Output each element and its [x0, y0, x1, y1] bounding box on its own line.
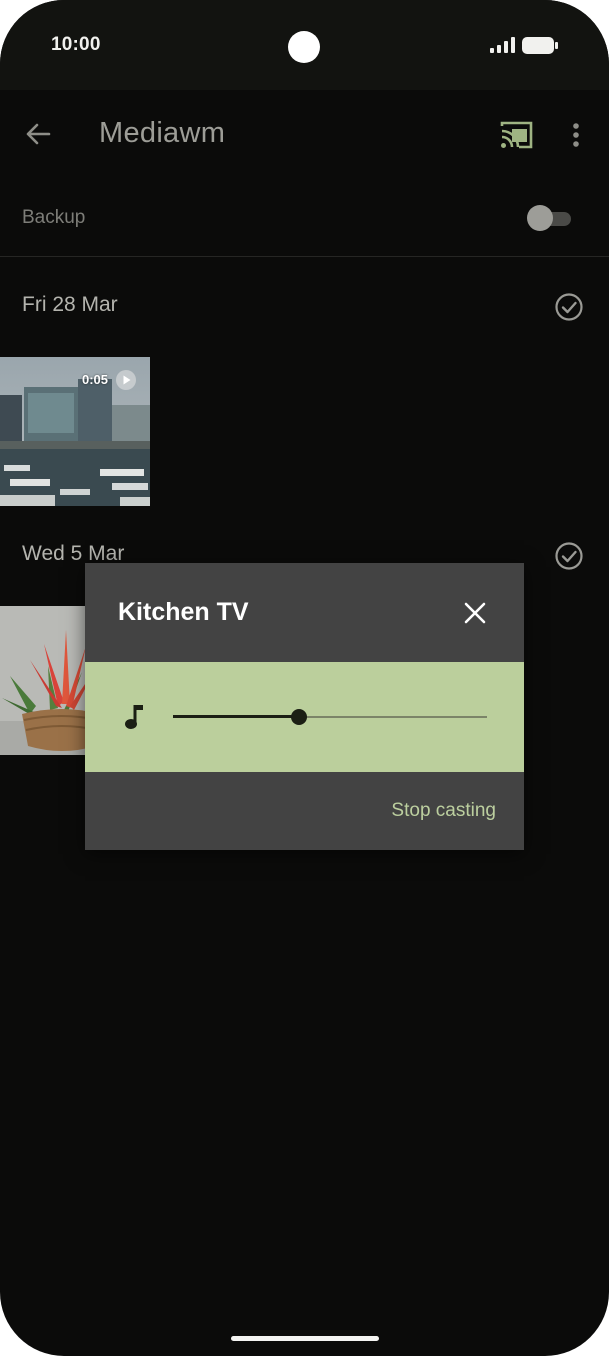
toggle-thumb [527, 205, 553, 231]
app-title: Mediawm [99, 117, 226, 149]
backup-toggle[interactable] [527, 205, 573, 231]
check-circle-icon[interactable] [554, 541, 584, 571]
camera-cutout [288, 31, 320, 63]
status-time: 10:00 [51, 34, 101, 55]
volume-slider[interactable] [173, 700, 487, 734]
date-header: Fri 28 Mar [22, 293, 118, 316]
backup-row: Backup [0, 180, 609, 257]
cast-device-name: Kitchen TV [118, 598, 249, 626]
backup-label: Backup [22, 207, 86, 228]
status-bar: 10:00 [0, 0, 609, 90]
slider-thumb[interactable] [290, 709, 307, 725]
volume-panel [85, 662, 524, 772]
signal-icon [490, 37, 515, 53]
back-arrow-icon[interactable] [22, 118, 54, 150]
play-icon [116, 370, 136, 390]
close-icon[interactable] [461, 599, 489, 627]
phone-screen: 10:00 Mediawm Backup Fri 28 Mar 0:05 Wed… [0, 0, 609, 1356]
cast-dialog: Kitchen TV Stop casting [85, 563, 524, 850]
slider-track-active [173, 715, 299, 718]
video-thumbnail[interactable]: 0:05 [0, 357, 150, 506]
app-bar: Mediawm [0, 90, 609, 180]
stop-casting-button[interactable]: Stop casting [391, 800, 496, 822]
cast-icon[interactable] [499, 118, 535, 152]
more-vert-icon[interactable] [564, 118, 588, 152]
home-indicator [231, 1336, 379, 1341]
video-duration: 0:05 [82, 372, 109, 387]
check-circle-icon[interactable] [554, 292, 584, 322]
music-note-icon [125, 705, 143, 729]
battery-icon [522, 37, 558, 54]
